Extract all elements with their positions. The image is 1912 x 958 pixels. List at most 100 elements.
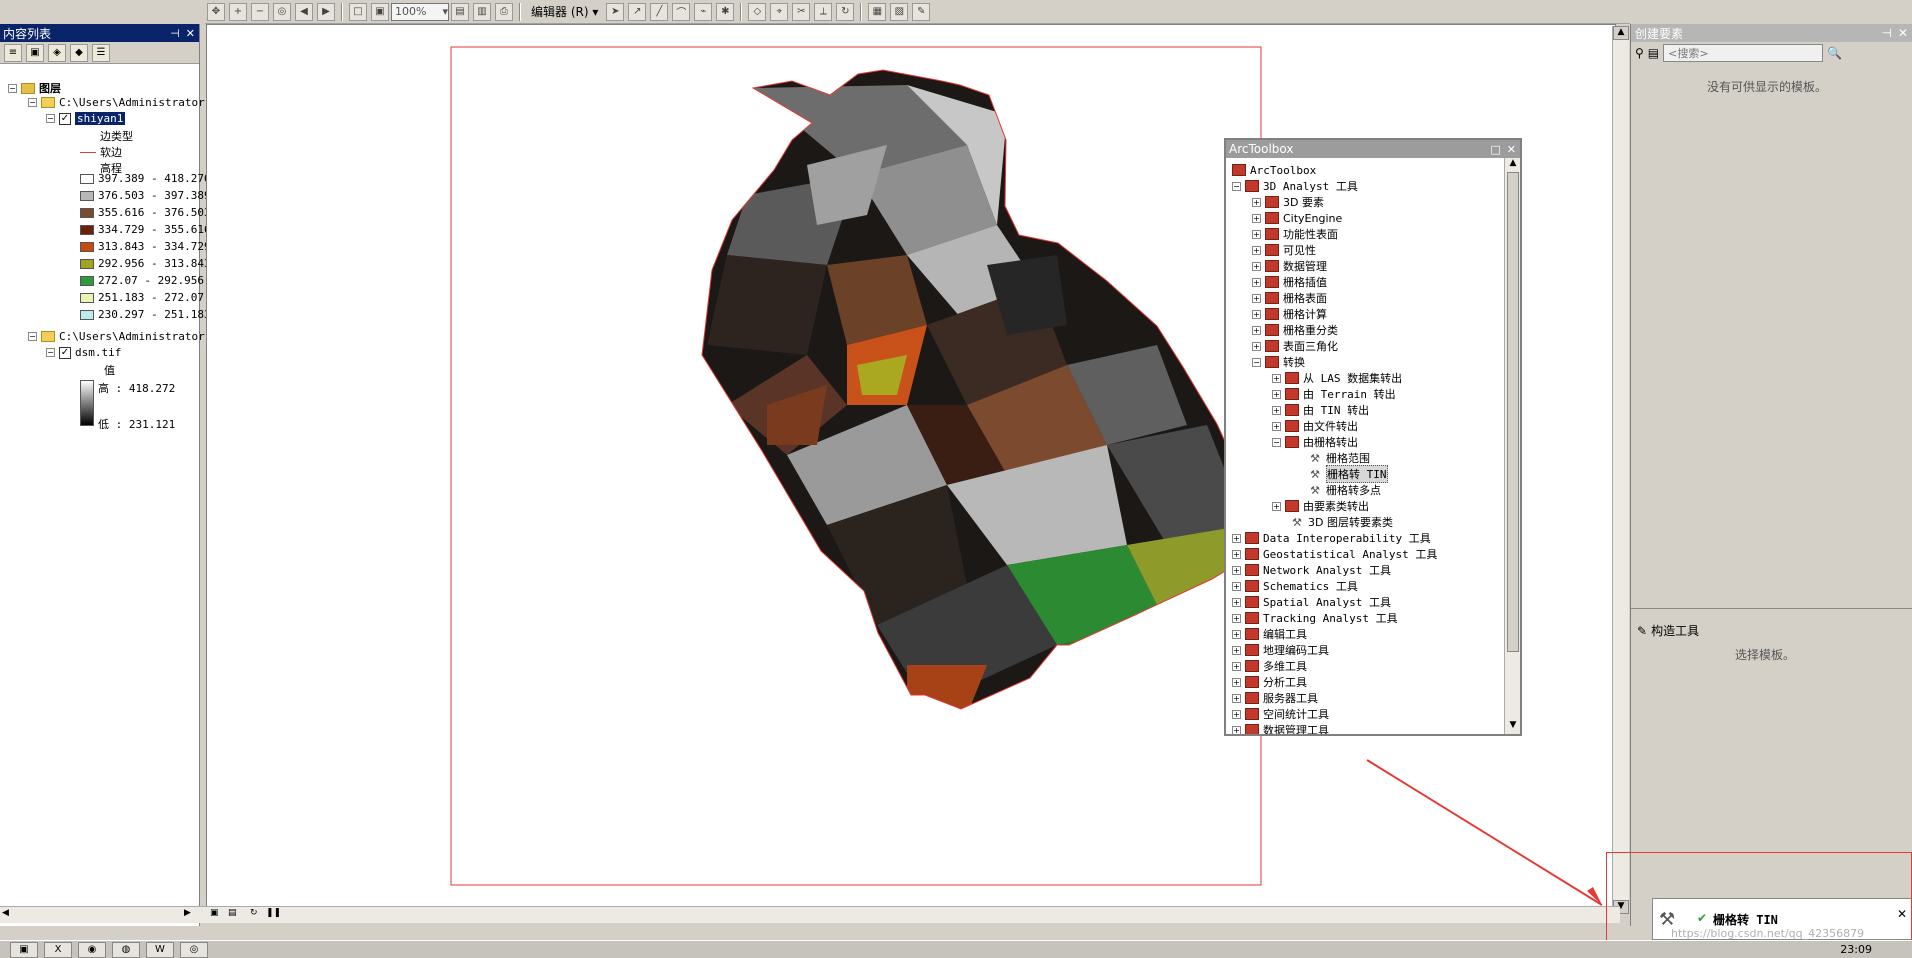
- elevation-class-item[interactable]: 251.183 - 272.07: [80, 291, 204, 304]
- expand-icon[interactable]: +: [1232, 597, 1241, 607]
- scroll-up-icon[interactable]: ▲: [1613, 26, 1629, 40]
- expand-icon[interactable]: +: [1272, 501, 1281, 511]
- explorer-icon[interactable]: ▣: [10, 941, 38, 958]
- attributes-icon[interactable]: ▦: [868, 2, 887, 21]
- maximize-icon[interactable]: □: [1490, 143, 1500, 156]
- zoom-in-icon[interactable]: +: [229, 2, 247, 21]
- search-icon[interactable]: 🔍: [1827, 46, 1842, 60]
- expand-icon[interactable]: +: [1232, 629, 1241, 639]
- list-by-drawing-order-icon[interactable]: ≡: [4, 43, 22, 62]
- toolbox-root[interactable]: ArcToolbox: [1232, 162, 1316, 178]
- collapse-icon[interactable]: −: [1272, 437, 1281, 447]
- toolset-item[interactable]: + 栅格插值: [1252, 274, 1327, 290]
- browser-icon[interactable]: ◉: [78, 941, 106, 958]
- layout-toggle-icon[interactable]: ▥: [473, 2, 491, 21]
- convert-toolset-item[interactable]: + 由文件转出: [1272, 418, 1358, 434]
- tool-raster-domain[interactable]: ⚒ 栅格范围: [1308, 450, 1370, 466]
- toolbox-item[interactable]: + Geostatistical Analyst 工具: [1232, 546, 1437, 562]
- pause-icon[interactable]: ❚❚: [266, 908, 282, 922]
- collapse-icon[interactable]: −: [28, 332, 37, 341]
- forward-icon[interactable]: ▶: [317, 2, 335, 21]
- expand-icon[interactable]: +: [1272, 373, 1281, 383]
- word-icon[interactable]: W: [146, 941, 174, 958]
- sketch-properties-icon[interactable]: ▧: [890, 2, 909, 21]
- arctoolbox-scrollbar[interactable]: ▲ ▼: [1504, 158, 1520, 734]
- toolbox-item[interactable]: + Tracking Analyst 工具: [1232, 610, 1398, 626]
- toolbox-item[interactable]: + 空间统计工具: [1232, 706, 1329, 722]
- expand-icon[interactable]: +: [1232, 709, 1241, 719]
- collapse-icon[interactable]: −: [46, 114, 55, 123]
- trace-icon[interactable]: ⌁: [694, 2, 713, 21]
- end-point-arc-icon[interactable]: ⌒: [672, 2, 691, 21]
- toolset-feature-out[interactable]: + 由要素类转出: [1272, 498, 1369, 514]
- toc-layer-shiyan1[interactable]: − ✓ shiyan1: [46, 112, 126, 125]
- list-by-source-icon[interactable]: ▣: [26, 43, 44, 62]
- options-icon[interactable]: ☰: [92, 43, 110, 62]
- expand-icon[interactable]: +: [1252, 197, 1261, 207]
- toolbox-item[interactable]: + Schematics 工具: [1232, 578, 1358, 594]
- toolset-item[interactable]: + 功能性表面: [1252, 226, 1338, 242]
- pin-icon[interactable]: ⊣: [170, 27, 180, 40]
- elevation-class-item[interactable]: 272.07 - 292.956: [80, 274, 204, 287]
- straight-segment-icon[interactable]: ╱: [650, 2, 669, 21]
- expand-icon[interactable]: +: [1232, 661, 1241, 671]
- toolbox-item[interactable]: + 分析工具: [1232, 674, 1307, 690]
- map-horizontal-scrollbar[interactable]: ◀ ▶ ▣ ▤ ↻ ❚❚: [0, 906, 1620, 923]
- toolset-convert[interactable]: − 转换: [1252, 354, 1305, 370]
- expand-icon[interactable]: +: [1232, 565, 1241, 575]
- toolset-item[interactable]: + 可见性: [1252, 242, 1316, 258]
- toolset-item[interactable]: + 表面三角化: [1252, 338, 1338, 354]
- scroll-right-icon[interactable]: ▶: [184, 908, 198, 922]
- reshape-icon[interactable]: ⌖: [770, 2, 789, 21]
- map-vertical-scrollbar[interactable]: ▲ ▼: [1612, 26, 1629, 914]
- collapse-icon[interactable]: −: [1232, 181, 1241, 191]
- expand-icon[interactable]: +: [1272, 389, 1281, 399]
- toolbox-item[interactable]: + Spatial Analyst 工具: [1232, 594, 1391, 610]
- expand-icon[interactable]: +: [1232, 677, 1241, 687]
- scroll-thumb[interactable]: [1507, 172, 1519, 652]
- back-icon[interactable]: ◀: [295, 2, 313, 21]
- pin-icon[interactable]: ⊣: [1881, 26, 1891, 40]
- point-icon[interactable]: ✱: [716, 2, 735, 21]
- collapse-icon[interactable]: −: [28, 98, 37, 107]
- toolbox-item[interactable]: + 数据管理工具: [1232, 722, 1329, 734]
- toolbox-item[interactable]: + 服务器工具: [1232, 690, 1318, 706]
- tool-raster-to-multipoint[interactable]: ⚒ 栅格转多点: [1308, 482, 1381, 498]
- elevation-class-item[interactable]: 334.729 - 355.616: [80, 223, 211, 236]
- arcmap-icon[interactable]: ◎: [180, 941, 208, 958]
- excel-icon[interactable]: X: [44, 941, 72, 958]
- expand-icon[interactable]: +: [1272, 421, 1281, 431]
- toolbox-item[interactable]: + Data Interoperability 工具: [1232, 530, 1431, 546]
- collapse-icon[interactable]: −: [1252, 357, 1261, 367]
- toolbox-item[interactable]: + Network Analyst 工具: [1232, 562, 1391, 578]
- convert-toolset-item[interactable]: + 由 TIN 转出: [1272, 402, 1369, 418]
- elevation-class-item[interactable]: 313.843 - 334.729: [80, 240, 211, 253]
- scroll-down-icon[interactable]: ▼: [1505, 720, 1521, 734]
- expand-icon[interactable]: +: [1252, 261, 1261, 271]
- elevation-class-item[interactable]: 355.616 - 376.503: [80, 206, 211, 219]
- elevation-class-item[interactable]: 397.389 - 418.276: [80, 172, 211, 185]
- expand-icon[interactable]: +: [1252, 245, 1261, 255]
- expand-icon[interactable]: +: [1232, 613, 1241, 623]
- close-icon[interactable]: ✕: [1897, 907, 1907, 921]
- toolset-item[interactable]: + CityEngine: [1252, 210, 1342, 226]
- zoom-select[interactable]: 100% ▾: [391, 2, 449, 21]
- toolset-item[interactable]: +3D 要素: [1252, 194, 1324, 210]
- close-icon[interactable]: ✕: [1898, 26, 1908, 40]
- cut-polygons-icon[interactable]: ✂: [792, 2, 811, 21]
- layout-view-icon[interactable]: ▤: [228, 908, 244, 922]
- expand-icon[interactable]: +: [1252, 309, 1261, 319]
- organize-icon[interactable]: ▤: [1648, 46, 1659, 60]
- toc-group-1[interactable]: − C:\Users\Administrator: [28, 96, 205, 109]
- tool-raster-to-tin[interactable]: ⚒ 栅格转 TIN: [1308, 465, 1388, 483]
- toc-group-2[interactable]: − C:\Users\Administrator: [28, 330, 205, 343]
- edit-tool-icon[interactable]: ➤: [606, 2, 625, 21]
- expand-icon[interactable]: +: [1232, 581, 1241, 591]
- zoom-out-icon[interactable]: −: [251, 2, 269, 21]
- scroll-up-icon[interactable]: ▲: [1505, 158, 1521, 172]
- split-icon[interactable]: ⟂: [814, 2, 833, 21]
- convert-toolset-item[interactable]: + 由 Terrain 转出: [1272, 386, 1396, 402]
- expand-icon[interactable]: +: [1252, 229, 1261, 239]
- expand-icon[interactable]: +: [1252, 293, 1261, 303]
- create-features-icon[interactable]: ✎: [912, 2, 931, 21]
